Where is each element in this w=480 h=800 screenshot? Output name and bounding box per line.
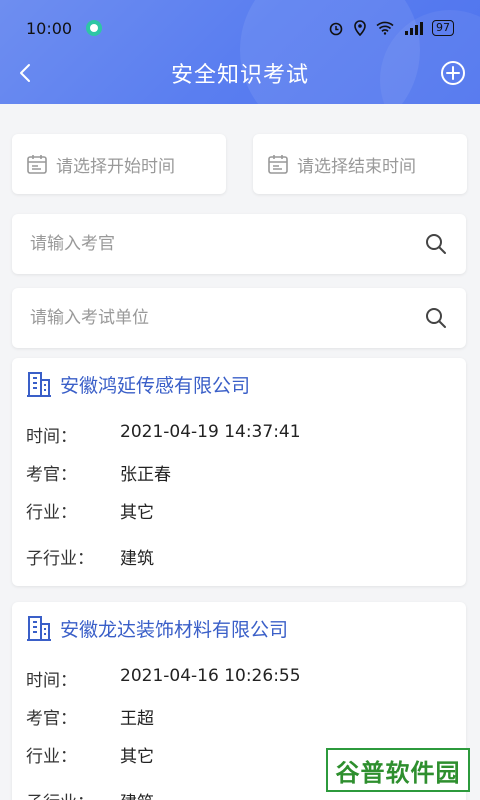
examiner-label: 考官： [26, 709, 77, 729]
examiner-search-box [12, 214, 466, 274]
record-industry-row: 行业： 其它 [26, 742, 154, 767]
sub-industry-value: 建筑 [120, 788, 154, 800]
record-sub-industry-row: 子行业： 建筑 [26, 544, 154, 569]
record-time-row: 时间： 2021-04-16 10:26:55 [26, 666, 301, 691]
end-date-picker[interactable]: 请选择结束时间 [253, 134, 467, 194]
industry-value: 其它 [120, 503, 154, 523]
location-icon [354, 20, 366, 36]
calendar-icon [26, 153, 48, 175]
record-examiner-row: 考官： 王超 [26, 704, 154, 729]
end-date-placeholder: 请选择结束时间 [297, 156, 416, 177]
watermark-text: 谷普软件园 [335, 758, 461, 787]
examiner-label: 考官： [26, 465, 77, 485]
wifi-icon [376, 21, 394, 35]
card-header: 安徽鸿延传感有限公司 [26, 370, 250, 398]
unit-search-input[interactable] [30, 308, 424, 328]
sub-industry-value: 建筑 [120, 549, 154, 569]
search-icon[interactable] [424, 232, 448, 256]
examiner-search-input[interactable] [30, 234, 424, 254]
alarm-icon [329, 22, 343, 36]
company-name: 安徽龙达装饰材料有限公司 [60, 618, 289, 641]
time-label: 时间： [26, 671, 77, 691]
record-industry-row: 行业： 其它 [26, 498, 154, 523]
industry-label: 行业： [26, 747, 77, 767]
chevron-left-icon [20, 64, 30, 82]
examiner-value: 张正春 [120, 465, 171, 485]
back-button[interactable] [10, 58, 40, 88]
building-icon [27, 616, 51, 641]
start-date-placeholder: 请选择开始时间 [56, 156, 175, 177]
time-value: 2021-04-16 10:26:55 [120, 666, 301, 686]
battery-icon: 97 [432, 20, 454, 36]
record-examiner-row: 考官： 张正春 [26, 460, 171, 485]
exam-record-card[interactable]: 安徽鸿延传感有限公司 时间： 2021-04-19 14:37:41 考官： 张… [12, 358, 466, 586]
app-header: 10:00 97 安全知识考试 [0, 0, 480, 104]
status-icons: 97 [328, 20, 454, 36]
page-title: 安全知识考试 [170, 63, 309, 88]
sub-industry-label: 子行业： [26, 549, 94, 569]
calendar-icon [267, 153, 289, 175]
time-label: 时间： [26, 427, 77, 447]
unit-search-box [12, 288, 466, 348]
industry-value: 其它 [120, 747, 154, 767]
search-icon[interactable] [424, 306, 448, 330]
card-header: 安徽龙达装饰材料有限公司 [26, 614, 288, 642]
industry-label: 行业： [26, 503, 77, 523]
examiner-value: 王超 [120, 709, 154, 729]
record-sub-industry-row: 子行业： 建筑 [26, 788, 154, 800]
plus-circle-icon [441, 61, 465, 85]
add-button[interactable] [438, 58, 468, 88]
building-icon [27, 372, 51, 397]
record-time-row: 时间： 2021-04-19 14:37:41 [26, 422, 301, 447]
start-date-picker[interactable]: 请选择开始时间 [12, 134, 226, 194]
company-name: 安徽鸿延传感有限公司 [60, 374, 251, 397]
watermark-logo: 谷普软件园 [326, 748, 470, 792]
app-notification-icon [86, 20, 103, 36]
time-value: 2021-04-19 14:37:41 [120, 422, 301, 442]
nav-bar: 安全知识考试 [0, 48, 480, 98]
signal-icon [405, 22, 423, 35]
status-time: 10:00 [26, 18, 73, 38]
sub-industry-label: 子行业： [26, 788, 120, 800]
